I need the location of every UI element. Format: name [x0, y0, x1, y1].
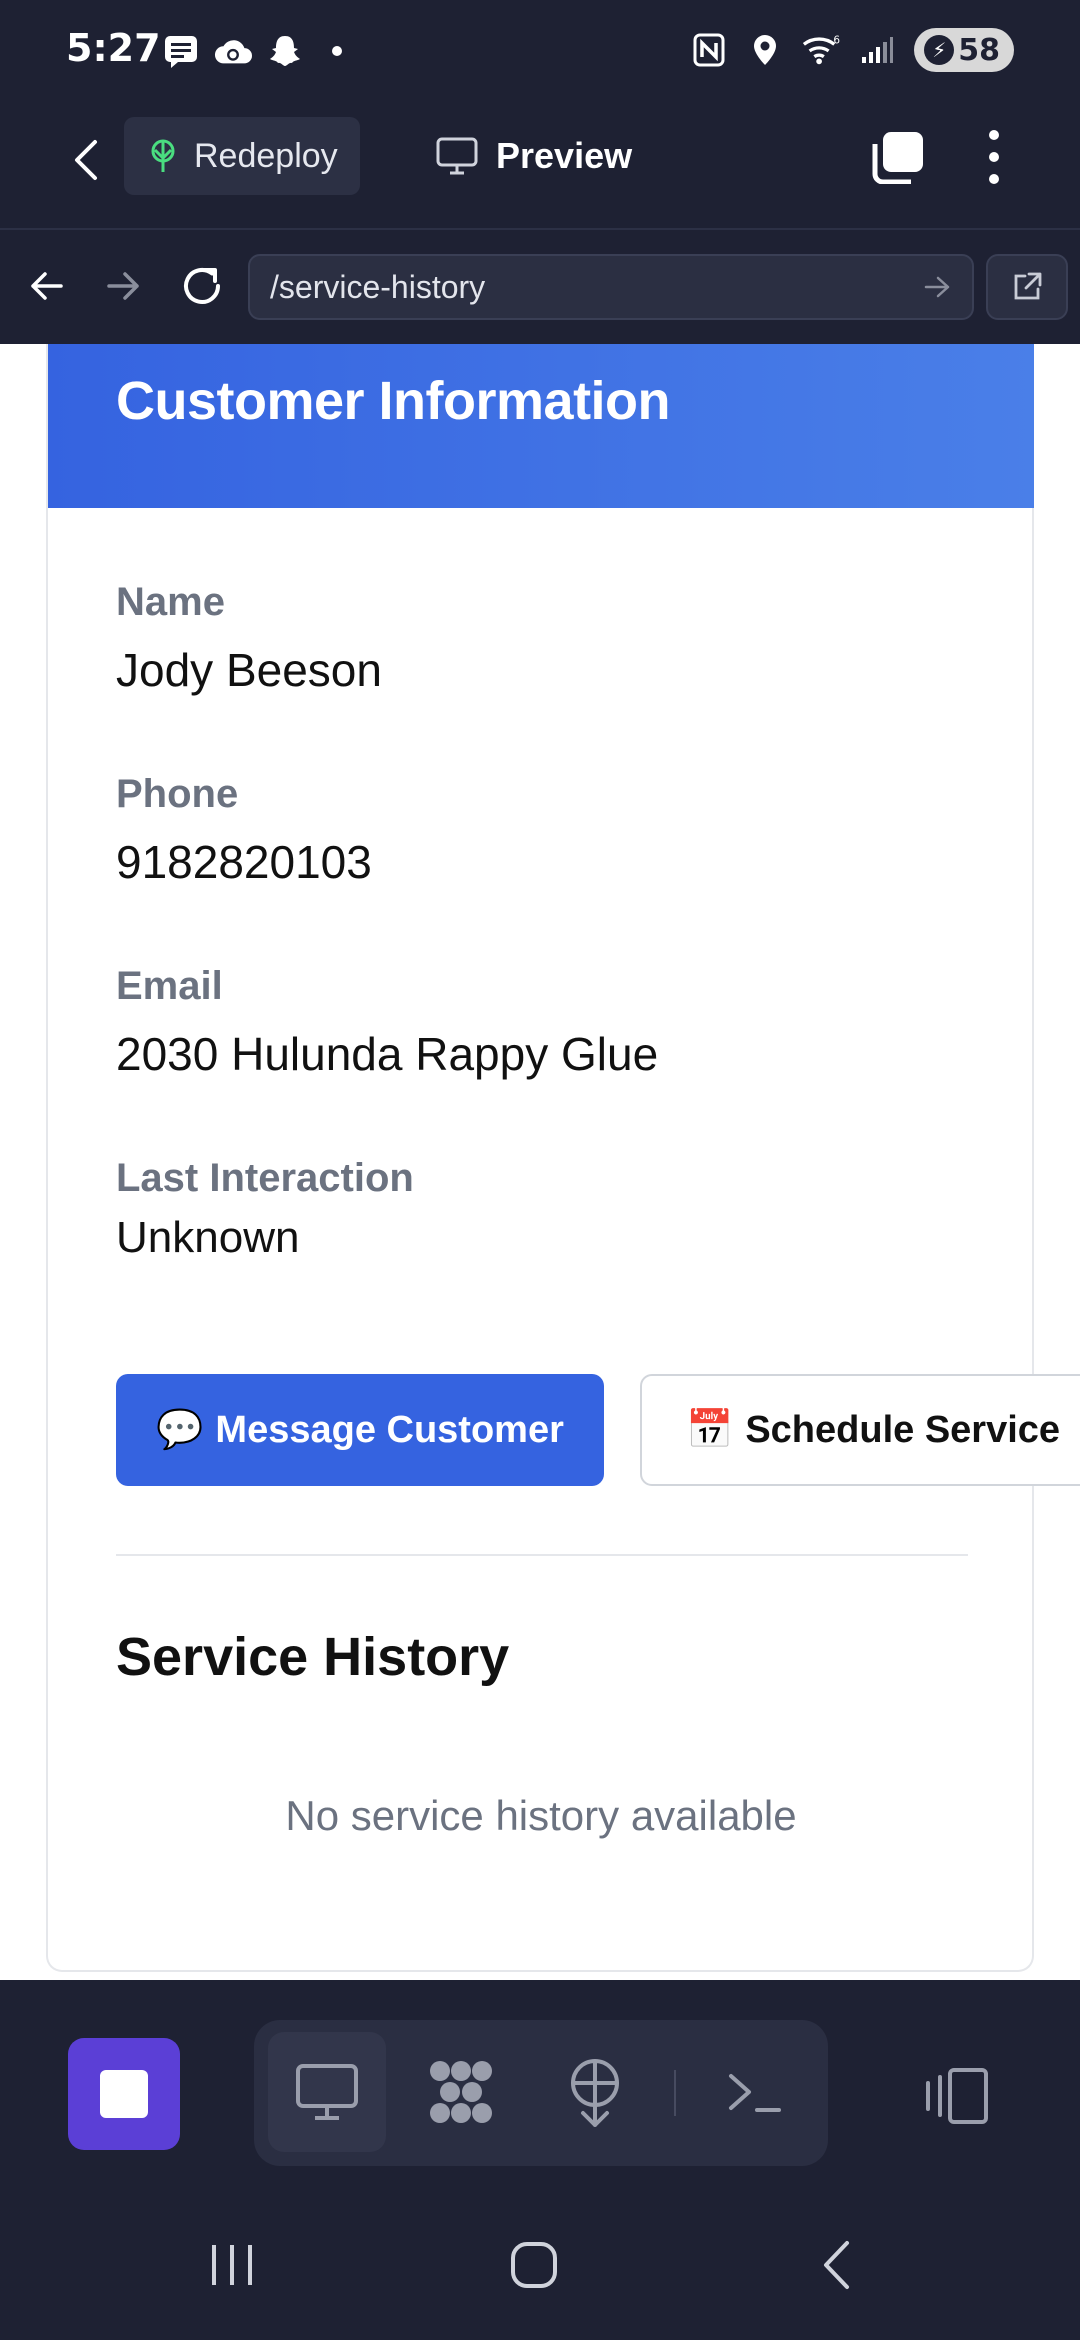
email-field: Email 2030 Hulunda Rappy Glue	[116, 964, 658, 1081]
snapchat-icon	[266, 32, 304, 70]
dot-icon	[318, 32, 356, 70]
tabs-icon	[872, 132, 923, 184]
chevron-left-icon	[75, 140, 97, 180]
status-time: 5:27	[66, 26, 161, 70]
stop-button[interactable]	[68, 2038, 180, 2150]
browser-forward-button[interactable]	[92, 254, 156, 318]
workflow-tool-button[interactable]	[402, 2032, 520, 2152]
email-value: 2030 Hulunda Rappy Glue	[116, 1028, 659, 1080]
external-link-icon	[1014, 272, 1042, 300]
bottom-toolbar	[0, 1980, 1080, 2196]
url-bar-row: /service-history	[0, 230, 1080, 344]
cloud-icon	[214, 32, 252, 70]
name-value: Jody Beeson	[116, 644, 382, 696]
url-input[interactable]: /service-history	[248, 254, 974, 320]
deploy-tool-button[interactable]	[536, 2032, 654, 2152]
redeploy-icon	[151, 139, 175, 172]
name-label: Name	[116, 580, 225, 624]
app-toolbar: Redeploy Preview	[0, 100, 1080, 230]
browser-back-button[interactable]	[14, 254, 78, 318]
arrow-right-icon	[107, 272, 139, 300]
email-label: Email	[116, 964, 223, 1008]
kebab-menu-icon	[989, 130, 999, 184]
more-options-button[interactable]	[968, 126, 1020, 188]
name-field: Name Jody Beeson	[116, 580, 382, 697]
last-interaction-field: Last Interaction Unknown	[116, 1156, 414, 1263]
home-button[interactable]	[494, 2230, 574, 2300]
system-back-button[interactable]	[796, 2230, 876, 2300]
deploy-icon	[571, 2059, 619, 2127]
reload-button[interactable]	[170, 254, 234, 318]
device-frame-icon	[926, 2068, 988, 2124]
svg-text:6: 6	[834, 34, 841, 46]
device-toggle-button[interactable]	[916, 2040, 996, 2152]
phone-label: Phone	[116, 772, 239, 816]
recents-icon	[212, 2245, 252, 2285]
system-navigation-bar	[0, 2190, 1080, 2340]
preview-tool-button[interactable]	[268, 2032, 386, 2152]
url-path: /service-history	[270, 268, 486, 305]
preview-button[interactable]: Preview	[436, 117, 632, 195]
redeploy-button[interactable]: Redeploy	[124, 117, 360, 195]
nodes-icon	[430, 2061, 492, 2123]
redeploy-label: Redeploy	[194, 136, 338, 175]
divider	[116, 1554, 968, 1556]
monitor-icon	[296, 2064, 358, 2120]
calendar-icon: 📅	[686, 1409, 734, 1451]
recent-apps-button[interactable]	[192, 2230, 272, 2300]
message-customer-label: Message Customer	[215, 1408, 564, 1451]
nfc-icon	[690, 31, 728, 69]
speech-bubble-icon: 💬	[156, 1409, 204, 1451]
arrow-left-icon	[31, 272, 63, 300]
tabs-button[interactable]	[866, 126, 928, 188]
stop-icon	[100, 2070, 148, 2118]
card-header: Customer Information	[48, 344, 1034, 508]
battery-level: 58	[958, 32, 1000, 68]
preview-label: Preview	[496, 135, 633, 176]
open-external-button[interactable]	[986, 254, 1068, 320]
schedule-service-label: Schedule Service	[745, 1408, 1061, 1451]
message-customer-button[interactable]: 💬 Message Customer	[116, 1374, 604, 1486]
location-icon	[746, 31, 784, 69]
tool-separator	[674, 2070, 676, 2116]
go-arrow-icon[interactable]	[924, 275, 952, 299]
phone-value: 9182820103	[116, 836, 372, 888]
back-button[interactable]	[56, 130, 116, 190]
phone-field: Phone 9182820103	[116, 772, 372, 889]
last-interaction-value: Unknown	[116, 1213, 300, 1262]
monitor-icon	[436, 137, 478, 175]
battery-icon: ⚡ 58	[914, 28, 1014, 72]
message-icon	[162, 32, 200, 70]
console-tool-button[interactable]	[696, 2032, 814, 2152]
empty-history-message: No service history available	[285, 1792, 797, 1839]
schedule-service-button[interactable]: 📅 Schedule Service	[640, 1374, 1080, 1486]
wifi-icon: 6	[802, 31, 840, 69]
card-title: Customer Information	[116, 371, 671, 431]
back-chevron-icon	[824, 2241, 849, 2289]
service-history-title: Service History	[116, 1627, 510, 1687]
terminal-icon	[729, 2074, 781, 2112]
home-icon	[511, 2242, 557, 2288]
signal-icon	[858, 31, 896, 69]
customer-card: Customer Information Name Jody Beeson Ph…	[46, 344, 1080, 1972]
notification-icons	[162, 32, 356, 70]
last-interaction-label: Last Interaction	[116, 1156, 414, 1200]
reload-icon	[184, 268, 220, 304]
system-icons: 6 ⚡ 58	[690, 28, 1014, 72]
tool-group	[254, 2020, 828, 2166]
status-bar: 5:27 6 ⚡ 58	[0, 0, 1080, 100]
web-content: Customer Information Name Jody Beeson Ph…	[0, 344, 1080, 1980]
